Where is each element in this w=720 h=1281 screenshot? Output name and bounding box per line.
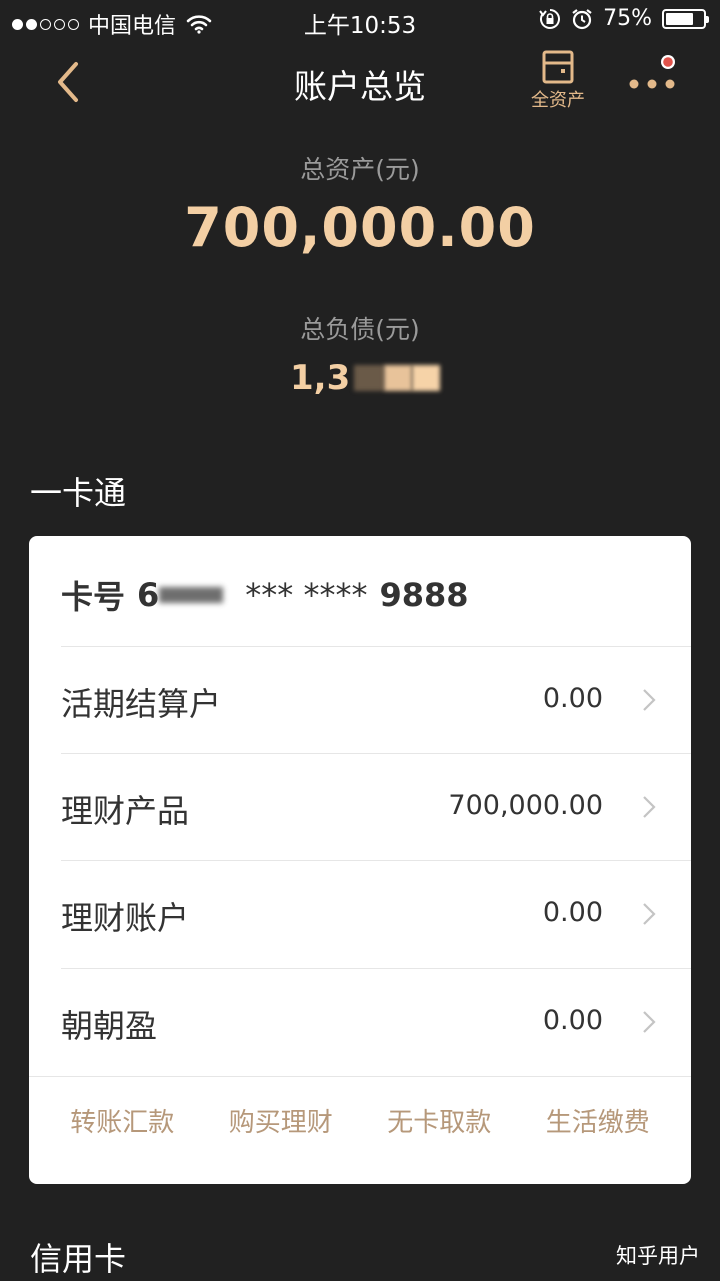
alarm-icon	[572, 8, 592, 29]
section-title-credit-card: 信用卡	[30, 1240, 127, 1278]
account-row[interactable]: 朝朝盈 0.00	[61, 968, 691, 1076]
account-row[interactable]: 理财账户 0.00	[61, 860, 691, 968]
notification-badge-icon	[661, 55, 675, 69]
transfer-button[interactable]: 转账汇款	[43, 1077, 202, 1184]
account-row-value: 0.00	[542, 1005, 603, 1036]
chevron-right-icon	[643, 689, 656, 711]
buy-wealth-product-button[interactable]: 购买理财	[202, 1077, 361, 1184]
battery-percentage: 75%	[603, 6, 652, 31]
account-row-value: 0.00	[542, 897, 603, 928]
total-assets-value: 700,000.00	[184, 196, 536, 259]
page-title: 账户总览	[294, 67, 426, 106]
card-number-masked: *** ****	[245, 576, 368, 614]
cardless-withdrawal-button[interactable]: 无卡取款	[360, 1077, 519, 1184]
card-number-label: 卡号	[61, 578, 126, 616]
account-row-label: 理财账户	[61, 899, 190, 937]
account-row-value: 700,000.00	[448, 790, 603, 821]
account-row-value: 0.00	[542, 683, 603, 714]
total-assets-label: 总资产(元)	[300, 155, 420, 184]
nav-bar: 账户总览 全资产	[0, 40, 720, 124]
account-row-label: 理财产品	[61, 792, 190, 830]
account-row-label: 朝朝盈	[61, 1007, 158, 1045]
status-right: 75%	[539, 6, 709, 31]
all-assets-icon	[542, 50, 574, 84]
redacted-blur	[384, 365, 413, 391]
quick-actions: 转账汇款 购买理财 无卡取款 生活缴费	[29, 1076, 691, 1184]
redacted-blur	[354, 365, 385, 391]
redacted-blur	[159, 587, 224, 603]
account-row[interactable]: 活期结算户 0.00	[61, 646, 691, 754]
one-card-panel: 卡号 6 *** **** 9888 活期结算户 0.00 理财产品 700,0…	[29, 536, 691, 1184]
chevron-right-icon	[643, 796, 656, 818]
total-liabilities-value: 1,3	[290, 358, 441, 398]
card-number: 卡号 6 *** **** 9888	[61, 572, 469, 618]
battery-fill	[666, 12, 693, 25]
chevron-right-icon	[643, 1011, 656, 1033]
all-assets-button[interactable]: 全资产	[524, 50, 592, 112]
status-bar: 中国电信 上午10:53 75%	[0, 0, 720, 40]
total-liabilities-visible: 1,3	[290, 358, 351, 398]
card-number-prefix: 6	[137, 576, 160, 614]
section-title-one-card: 一卡通	[30, 474, 127, 512]
card-number-suffix: 9888	[379, 576, 469, 614]
rotation-lock-icon	[539, 8, 561, 29]
chevron-right-icon	[643, 903, 656, 925]
redacted-blur	[412, 365, 441, 391]
account-row-label: 活期结算户	[61, 685, 222, 723]
account-row[interactable]: 理财产品 700,000.00	[61, 753, 691, 861]
watermark: 知乎用户	[616, 1244, 700, 1268]
battery-icon	[662, 8, 709, 29]
total-liabilities-label: 总负债(元)	[300, 315, 420, 344]
bill-payment-button[interactable]: 生活缴费	[519, 1077, 678, 1184]
all-assets-label: 全资产	[531, 90, 585, 111]
